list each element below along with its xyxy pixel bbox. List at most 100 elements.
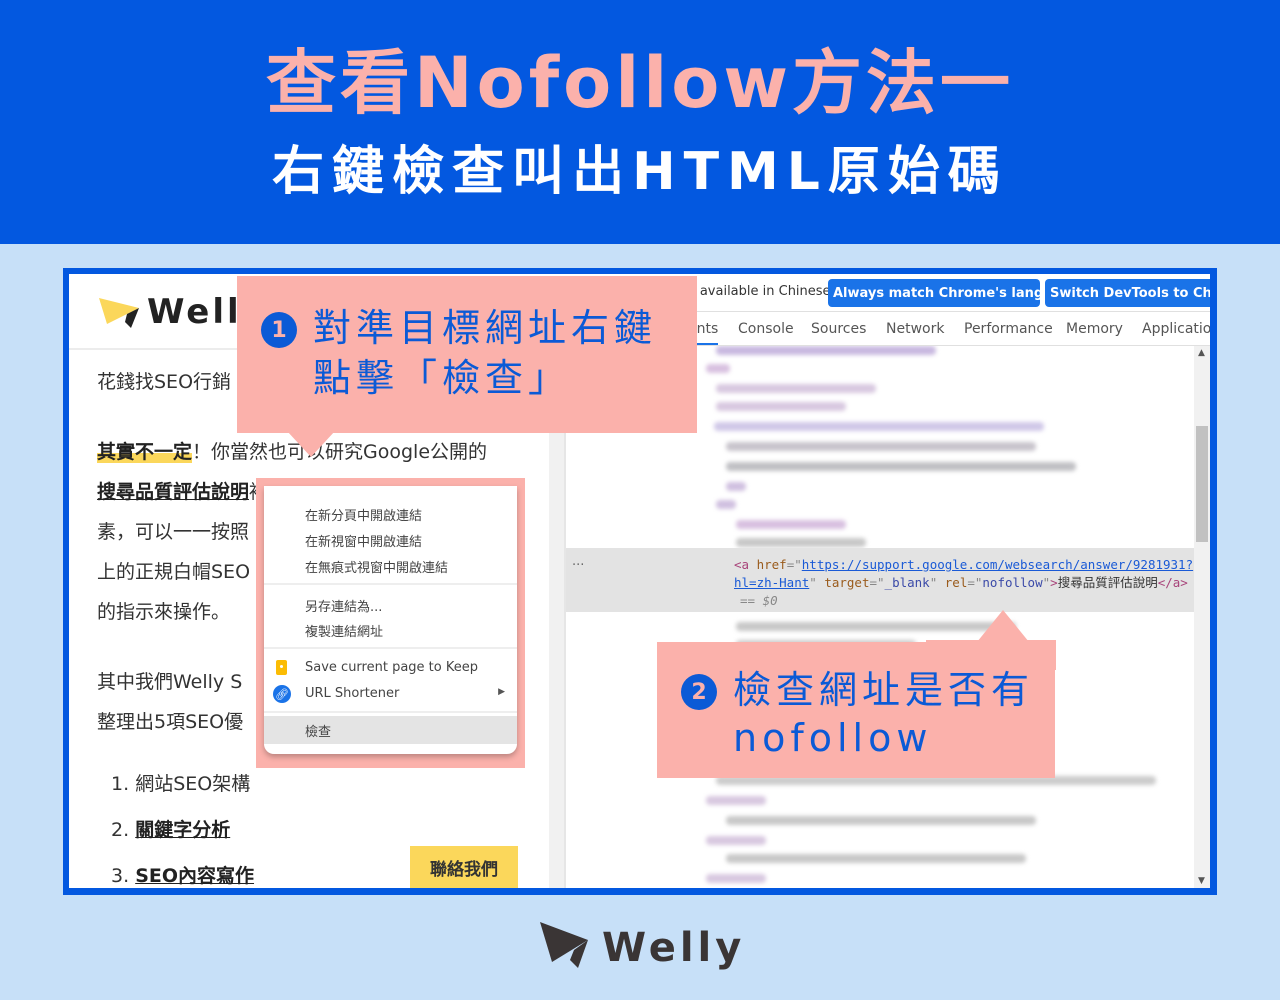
menu-item-copy-link[interactable]: 複製連結網址 xyxy=(264,616,517,642)
page-scrollbar[interactable] xyxy=(549,424,564,888)
callout-1-pointer xyxy=(287,431,335,457)
blurred-code-line xyxy=(726,462,1076,471)
code-eq-ref: == $0 xyxy=(740,593,778,608)
tab-sources[interactable]: Sources xyxy=(811,321,866,337)
code-tag-close: </a> xyxy=(1157,575,1188,590)
paragraph-text-rest: ！你當然也可以研究Google公開的 xyxy=(192,441,488,463)
paragraph-text: 的指示來操作。 xyxy=(97,601,231,623)
blurred-code-line xyxy=(714,422,1044,431)
menu-item-inspect[interactable]: 檢查 xyxy=(264,716,517,744)
menu-item-save-keep[interactable]: Save current page to Keep xyxy=(264,655,517,681)
step-number-badge: 1 xyxy=(261,312,297,348)
code-line-anchor[interactable]: <a href="https://support.google.com/webs… xyxy=(734,556,1193,574)
link-icon: 🔗︎ xyxy=(273,685,291,703)
code-rel-value: nofollow xyxy=(982,575,1043,590)
blurred-code-line xyxy=(726,854,1026,863)
menu-item-label: 複製連結網址 xyxy=(305,625,384,640)
menu-item-open-incognito[interactable]: 在無痕式視窗中開啟連結 xyxy=(264,552,517,578)
match-language-button[interactable]: Always match Chrome's language xyxy=(828,279,1040,307)
quality-guide-link[interactable]: 搜尋品質評估說明 xyxy=(97,481,249,503)
footer-logo-text: Welly xyxy=(602,925,746,971)
list-item: 1. 網站SEO架構 xyxy=(111,772,250,796)
blurred-code-line xyxy=(716,402,846,411)
paragraph-text: 整理出5項SEO優 xyxy=(97,711,244,733)
highlighted-text: 其實不一定 xyxy=(97,441,193,463)
code-href-link[interactable]: https://support.google.com/websearch/ans… xyxy=(802,557,1193,572)
paragraph-text: 上的正規白帽SEO xyxy=(97,561,251,583)
list-number: 2. xyxy=(111,819,130,841)
callout-step-2: 2 檢查網址是否有 nofollow xyxy=(657,642,1055,778)
scroll-up-arrow-icon[interactable]: ▲ xyxy=(1198,348,1205,358)
contact-us-button[interactable]: 聯絡我們 xyxy=(410,846,518,888)
callout-text-line1: 對準目標網址右鍵 xyxy=(313,306,658,350)
welly-logo-icon xyxy=(540,922,588,968)
tab-application[interactable]: Application xyxy=(1142,321,1210,337)
blurred-code-line xyxy=(736,538,866,547)
code-attr-rel: rel xyxy=(944,575,968,590)
callout-text-line2: nofollow xyxy=(733,716,933,760)
step-number-badge: 2 xyxy=(681,674,717,710)
code-line-anchor-cont[interactable]: hl=zh-Hant" target="_blank" rel="nofollo… xyxy=(734,574,1188,592)
language-notice: y available in Chinese! xyxy=(688,284,836,299)
blurred-code-line xyxy=(706,364,730,373)
menu-item-label: 另存連結為... xyxy=(305,600,383,615)
header-banner: 查看Nofollow方法一 右鍵檢查叫出HTML原始碼 xyxy=(0,0,1280,244)
tab-network[interactable]: Network xyxy=(886,321,944,337)
scroll-thumb[interactable] xyxy=(1196,426,1208,542)
submenu-arrow-icon: ▶ xyxy=(498,687,505,697)
blurred-code-line xyxy=(736,622,1016,631)
list-item: 3. SEO內容寫作 xyxy=(111,864,254,888)
code-attr-target: target xyxy=(824,575,870,590)
tab-console[interactable]: Console xyxy=(738,321,794,337)
menu-item-label: 檢查 xyxy=(305,725,332,740)
code-target-value: _blank xyxy=(884,575,930,590)
menu-separator xyxy=(264,647,517,649)
blurred-code-line xyxy=(706,874,766,883)
list-label: 網站SEO架構 xyxy=(135,773,251,795)
blurred-code-line xyxy=(716,384,876,393)
menu-separator xyxy=(264,711,517,713)
footer-logo: Welly xyxy=(538,920,748,976)
tab-memory[interactable]: Memory xyxy=(1066,321,1123,337)
code-href-link-cont[interactable]: hl=zh-Hant xyxy=(734,575,809,590)
menu-item-label: 在無痕式視窗中開啟連結 xyxy=(305,561,449,576)
node-options-dots[interactable]: ··· xyxy=(572,558,584,573)
blurred-code-line xyxy=(706,796,766,805)
menu-item-open-new-window[interactable]: 在新視窗中開啟連結 xyxy=(264,526,517,552)
menu-separator xyxy=(264,583,517,585)
context-menu: 在新分頁中開啟連結 在新視窗中開啟連結 在無痕式視窗中開啟連結 另存連結為...… xyxy=(264,486,517,754)
banner-title: 查看Nofollow方法一 xyxy=(266,42,1014,124)
blurred-code-line xyxy=(716,346,936,355)
code-link-text: 搜尋品質評估說明 xyxy=(1057,575,1158,590)
callout-2-pointer xyxy=(977,610,1029,642)
tab-performance[interactable]: Performance xyxy=(964,321,1053,337)
scroll-down-arrow-icon[interactable]: ▼ xyxy=(1198,876,1205,886)
list-number: 1. xyxy=(111,773,130,795)
menu-item-url-shortener[interactable]: 🔗︎ URL Shortener ▶ xyxy=(264,681,517,707)
blurred-code-line xyxy=(706,836,766,845)
blurred-code-line xyxy=(726,482,746,491)
blurred-code-line xyxy=(726,816,1036,825)
screenshot-frame: Welly 花錢找SEO行銷 其實不一定！你當然也可以研究Google公開的 搜… xyxy=(63,268,1217,895)
paragraph-text: 其中我們Welly S xyxy=(97,671,243,693)
blurred-code-line xyxy=(716,500,736,509)
callout-step-1: 1 對準目標網址右鍵 點擊「檢查」 xyxy=(237,276,697,433)
callout-text-line2: 點擊「檢查」 xyxy=(313,356,572,400)
menu-item-save-link[interactable]: 另存連結為... xyxy=(264,591,517,617)
devtools-scrollbar[interactable]: ▲ ▼ xyxy=(1194,346,1210,888)
blurred-code-line xyxy=(736,520,846,529)
blurred-code-line xyxy=(726,442,1036,451)
list-link[interactable]: SEO內容寫作 xyxy=(135,865,254,887)
paragraph-text: 花錢找SEO行銷 xyxy=(97,371,232,393)
paragraph-text: 素，可以一一按照 xyxy=(97,521,250,543)
list-item: 2. 關鍵字分析 xyxy=(111,818,230,842)
menu-item-label: Save current page to Keep xyxy=(305,660,478,675)
menu-item-open-new-tab[interactable]: 在新分頁中開啟連結 xyxy=(264,500,517,526)
menu-item-label: 在新視窗中開啟連結 xyxy=(305,535,423,550)
list-link[interactable]: 關鍵字分析 xyxy=(135,819,230,841)
keep-icon xyxy=(276,660,287,675)
callout-text-line1: 檢查網址是否有 xyxy=(733,668,1035,712)
browser-viewport: Welly 花錢找SEO行銷 其實不一定！你當然也可以研究Google公開的 搜… xyxy=(69,274,1210,888)
switch-chinese-button[interactable]: Switch DevTools to Chinese xyxy=(1045,279,1210,307)
code-attr-href: href xyxy=(756,557,787,572)
